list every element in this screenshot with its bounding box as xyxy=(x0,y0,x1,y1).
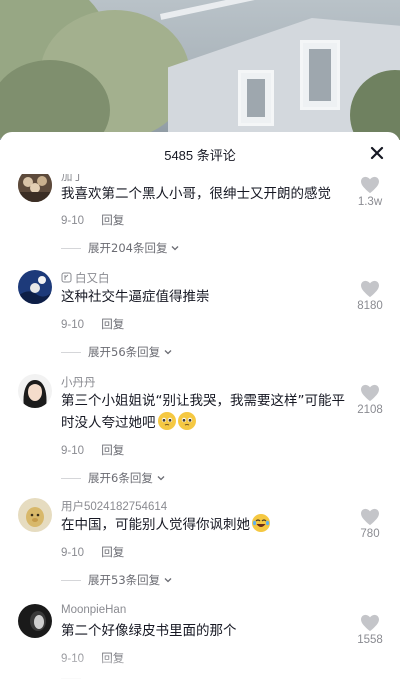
laughing-tears-emoji xyxy=(252,514,270,532)
comment-meta: 9-10 回复 xyxy=(61,316,124,332)
avatar[interactable] xyxy=(18,174,52,202)
like-button[interactable]: 780 xyxy=(352,508,388,540)
expand-replies-button[interactable]: 展开56条回复 xyxy=(61,344,173,360)
list-fade-overlay xyxy=(0,652,400,682)
comment-text-content: 第三个小姐姐说“别让我哭，我需要这样”可能平时没人夸过她吧 xyxy=(61,393,345,431)
divider-line xyxy=(61,247,81,249)
chevron-down-icon xyxy=(164,350,172,355)
comment-username-text: 白又白 xyxy=(75,273,110,285)
like-count: 8180 xyxy=(357,300,383,312)
heart-icon xyxy=(361,508,379,526)
comment-username[interactable]: 小丹丹 xyxy=(61,374,96,390)
expand-replies-button[interactable]: 展开6条回复 xyxy=(61,470,166,486)
reply-button[interactable]: 回复 xyxy=(101,445,124,457)
video-background xyxy=(0,0,400,140)
like-count: 1558 xyxy=(357,634,383,646)
expand-replies-label: 展开6条回复 xyxy=(88,471,153,485)
comment-date: 9-10 xyxy=(61,445,85,457)
comment-text-content: 在中国，可能别人觉得你讽刺她 xyxy=(61,517,250,533)
comment-date: 9-10 xyxy=(61,215,85,227)
comment-meta: 9-10 回复 xyxy=(61,212,124,228)
expand-replies-label: 展开204条回复 xyxy=(88,241,168,255)
like-button[interactable]: 8180 xyxy=(352,280,388,312)
like-count: 780 xyxy=(360,528,380,540)
comment-text: 第二个好像绿皮书里面的那个 xyxy=(61,623,237,639)
heart-icon xyxy=(361,614,379,632)
expand-replies-button[interactable]: 展开204条回复 xyxy=(61,240,180,256)
reply-button[interactable]: 回复 xyxy=(101,215,124,227)
chevron-down-icon xyxy=(157,476,165,481)
expand-replies-button[interactable]: 展开53条回复 xyxy=(61,572,173,588)
comment-date: 9-10 xyxy=(61,319,85,331)
reply-button[interactable]: 回复 xyxy=(101,547,124,559)
comment-text: 在中国，可能别人觉得你讽刺她 xyxy=(61,514,357,536)
close-button[interactable] xyxy=(368,144,386,162)
comment-text: 我喜欢第二个黑人小哥，很绅士又开朗的感觉 xyxy=(61,186,331,202)
comment-meta: 9-10 回复 xyxy=(61,544,124,560)
avatar[interactable] xyxy=(18,374,52,408)
like-button[interactable]: 1.3w xyxy=(352,176,388,208)
pleading-face-emoji xyxy=(177,412,196,430)
heart-icon xyxy=(361,280,379,298)
expand-replies-label: 展开56条回复 xyxy=(88,345,161,359)
comment-text: 这种社交牛逼症值得推崇 xyxy=(61,289,210,305)
like-count: 2108 xyxy=(357,404,383,416)
heart-icon xyxy=(361,176,379,194)
comment-list: 加丁 我喜欢第二个黑人小哥，很绅士又开朗的感觉 9-10 回复 展开204条回复… xyxy=(0,174,400,682)
divider-line xyxy=(61,477,81,479)
divider-line xyxy=(61,579,81,581)
comment-meta: 9-10 回复 xyxy=(61,442,124,458)
heart-icon xyxy=(361,384,379,402)
comment-username[interactable]: 用户5024182754614 xyxy=(61,498,167,514)
user-badge-icon xyxy=(61,272,72,283)
chevron-down-icon xyxy=(171,246,179,251)
comment-sheet: 5485 条评论 加丁 我喜欢第二个黑人小哥，很绅士又开朗的感觉 9-10 回复 xyxy=(0,132,400,682)
like-count: 1.3w xyxy=(357,196,383,208)
avatar[interactable] xyxy=(18,498,52,532)
like-button[interactable]: 1558 xyxy=(352,614,388,646)
reply-button[interactable]: 回复 xyxy=(101,319,124,331)
close-icon xyxy=(370,146,384,160)
pleading-face-emoji xyxy=(157,412,176,430)
expand-replies-label: 展开53条回复 xyxy=(88,573,161,587)
comment-text: 第三个小姐姐说“别让我哭，我需要这样”可能平时没人夸过她吧 xyxy=(61,390,357,434)
avatar[interactable] xyxy=(18,270,52,304)
comment-username[interactable]: 白又白 xyxy=(61,270,110,286)
avatar[interactable] xyxy=(18,604,52,638)
comment-date: 9-10 xyxy=(61,547,85,559)
comment-sheet-header: 5485 条评论 xyxy=(0,132,400,174)
chevron-down-icon xyxy=(164,578,172,583)
divider-line xyxy=(61,351,81,353)
like-button[interactable]: 2108 xyxy=(352,384,388,416)
comment-count-title: 5485 条评论 xyxy=(164,148,236,163)
comment-username[interactable]: MoonpieHan xyxy=(61,604,126,616)
